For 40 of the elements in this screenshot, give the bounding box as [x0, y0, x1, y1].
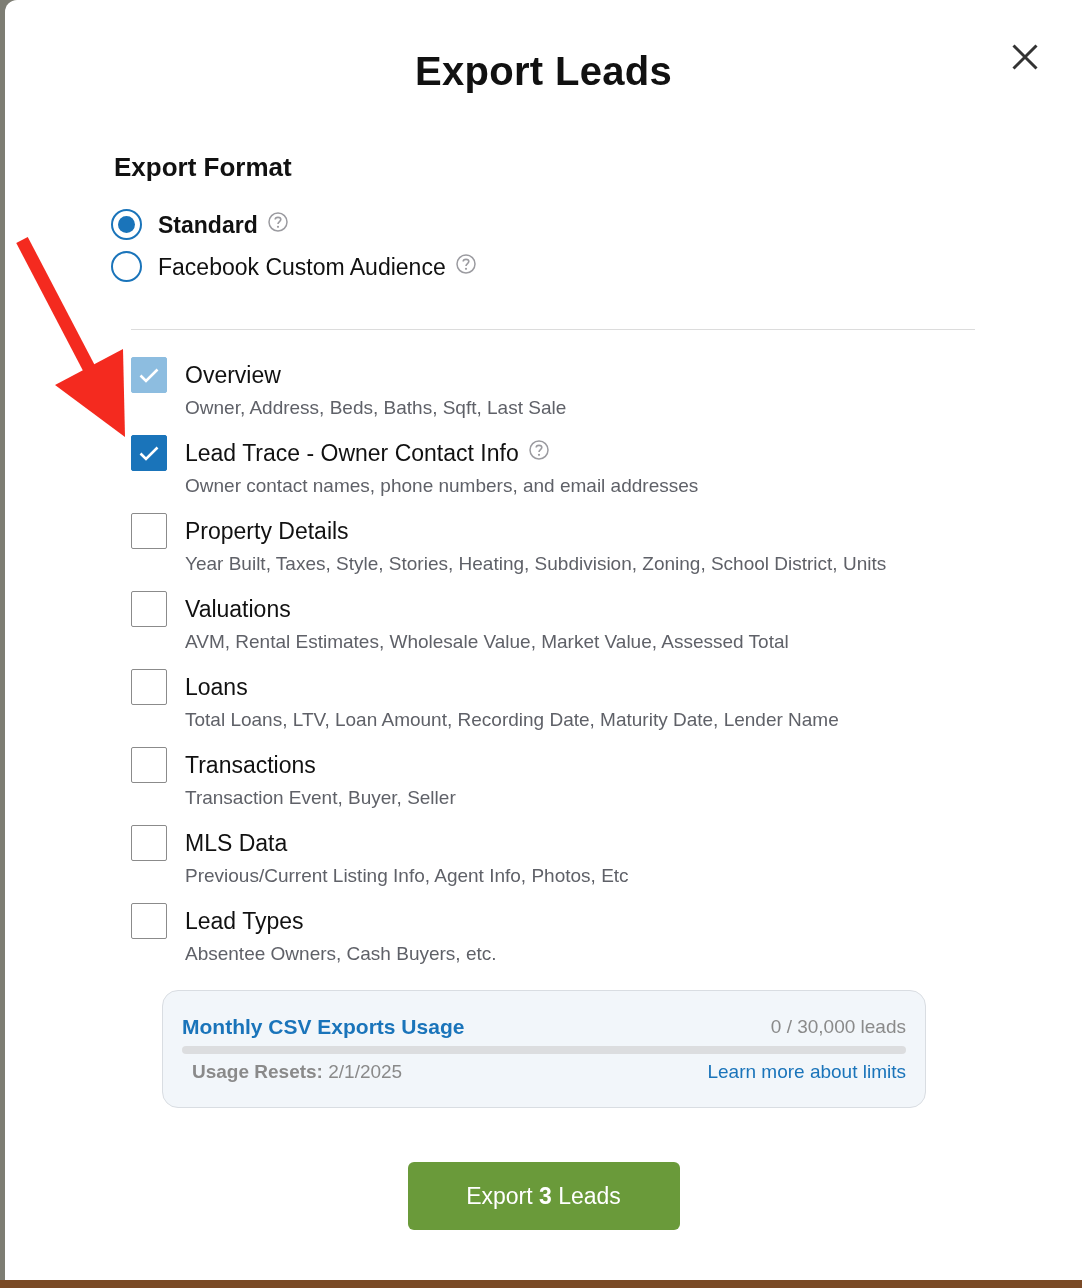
- checkbox[interactable]: [131, 435, 167, 471]
- option-label: Property Details: [185, 517, 349, 546]
- help-icon[interactable]: [528, 440, 549, 460]
- option-label: Lead Types: [185, 907, 304, 936]
- checkbox[interactable]: [131, 903, 167, 939]
- option-description: Previous/Current Listing Info, Agent Info, Photos, Etc: [185, 864, 629, 888]
- option-description: Owner, Address, Beds, Baths, Sqft, Last Sale: [185, 396, 567, 420]
- help-icon[interactable]: [455, 253, 476, 274]
- checkbox[interactable]: [131, 825, 167, 861]
- option-label: Loans: [185, 673, 248, 702]
- radio-label: Facebook Custom Audience: [158, 252, 446, 282]
- option-description: Total Loans, LTV, Loan Amount, Recording Date, Maturity Date, Lender Name: [185, 708, 839, 732]
- usage-reset-date: Usage Resets: 2/1/2025: [192, 1060, 403, 1084]
- option-label: Valuations: [185, 595, 291, 624]
- option-label: Transactions: [185, 751, 316, 780]
- checkbox[interactable]: [131, 513, 167, 549]
- radio-label: Standard: [158, 210, 258, 240]
- learn-more-link[interactable]: Learn more about limits: [707, 1059, 906, 1085]
- section-heading: Export Format: [114, 151, 293, 183]
- dialog-title: Export Leads: [415, 48, 672, 95]
- radio-button[interactable]: [111, 209, 142, 240]
- option-description: Owner contact names, phone numbers, and email addresses: [185, 474, 699, 498]
- option-description: AVM, Rental Estimates, Wholesale Value, Market Value, Assessed Total: [185, 630, 789, 654]
- check-icon: [139, 445, 159, 461]
- option-label: Lead Trace - Owner Contact Info: [185, 439, 519, 468]
- checkbox[interactable]: [131, 669, 167, 705]
- option-label: MLS Data: [185, 829, 288, 858]
- usage-count: 0 / 30,000 leads: [770, 1015, 906, 1039]
- checkbox[interactable]: [131, 747, 167, 783]
- option-label: Overview: [185, 361, 281, 390]
- option-description: Year Built, Taxes, Style, Stories, Heating, Subdivision, Zoning, School District, Units: [185, 552, 887, 576]
- close-icon[interactable]: [1012, 44, 1038, 70]
- export-button[interactable]: Export 3 Leads: [407, 1162, 680, 1230]
- help-icon[interactable]: [267, 211, 288, 232]
- checkbox[interactable]: [131, 591, 167, 627]
- option-description: Transaction Event, Buyer, Seller: [185, 786, 456, 810]
- usage-title: Monthly CSV Exports Usage: [182, 1014, 465, 1040]
- radio-button[interactable]: [111, 251, 142, 282]
- check-icon: [139, 367, 159, 383]
- option-description: Absentee Owners, Cash Buyers, etc.: [185, 942, 497, 966]
